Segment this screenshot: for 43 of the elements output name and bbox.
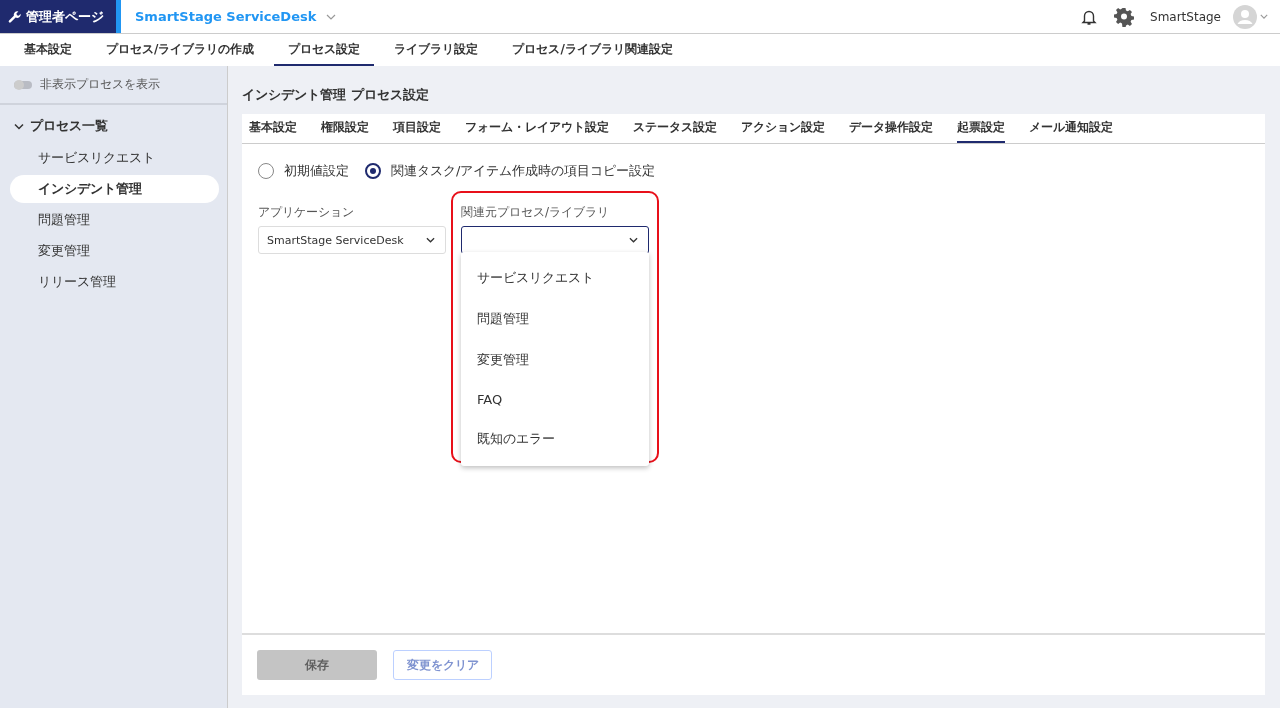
sidebar-item[interactable]: 変更管理 bbox=[10, 237, 219, 265]
dropdown-option[interactable]: 変更管理 bbox=[461, 340, 649, 381]
chevron-down-icon[interactable] bbox=[1260, 14, 1268, 19]
field-label: 関連元プロセス/ライブラリ bbox=[461, 204, 611, 221]
settings-tab[interactable]: ステータス設定 bbox=[633, 114, 717, 143]
settings-tab[interactable]: フォーム・レイアウト設定 bbox=[465, 114, 609, 143]
application-dropdown[interactable]: SmartStage ServiceDesk bbox=[258, 226, 446, 254]
top-tab[interactable]: プロセス/ライブラリの作成 bbox=[92, 34, 269, 66]
settings-tab[interactable]: 基本設定 bbox=[249, 114, 297, 143]
field-label: アプリケーション bbox=[258, 204, 355, 221]
sidebar-item[interactable]: 問題管理 bbox=[10, 206, 219, 234]
dropdown-option[interactable]: サービスリクエスト bbox=[461, 258, 649, 299]
radio-label[interactable]: 関連タスク/アイテム作成時の項目コピー設定 bbox=[391, 162, 656, 180]
sidebar-item[interactable]: サービスリクエスト bbox=[10, 144, 219, 172]
sidebar-item[interactable]: リリース管理 bbox=[10, 268, 219, 296]
dropdown-option[interactable]: 既知のエラー bbox=[461, 419, 649, 460]
radio-label[interactable]: 初期値設定 bbox=[284, 162, 349, 180]
chevron-down-icon bbox=[629, 237, 638, 243]
settings-icon[interactable] bbox=[1114, 6, 1134, 27]
settings-tab[interactable]: データ操作設定 bbox=[849, 114, 933, 143]
settings-tab[interactable]: アクション設定 bbox=[741, 114, 825, 143]
chevron-down-icon bbox=[326, 13, 337, 20]
radio-button[interactable] bbox=[365, 163, 381, 179]
process-list-heading[interactable]: プロセス一覧 bbox=[0, 105, 227, 141]
admin-page-label: 管理者ページ bbox=[26, 7, 104, 26]
page-title: インシデント管理 プロセス設定 bbox=[242, 86, 430, 104]
sidebar-item[interactable]: インシデント管理 bbox=[10, 175, 219, 203]
settings-tab[interactable]: メール通知設定 bbox=[1029, 114, 1113, 143]
dropdown-option[interactable]: 問題管理 bbox=[461, 299, 649, 340]
chevron-down-icon bbox=[14, 122, 24, 130]
top-tab[interactable]: 基本設定 bbox=[10, 34, 86, 66]
dropdown-option[interactable]: FAQ bbox=[461, 381, 649, 419]
toggle-label: 非表示プロセスを表示 bbox=[40, 76, 160, 93]
top-tab[interactable]: ライブラリ設定 bbox=[380, 34, 493, 66]
user-name[interactable]: SmartStage bbox=[1150, 9, 1221, 24]
wrench-icon bbox=[8, 9, 22, 24]
settings-tab[interactable]: 項目設定 bbox=[393, 114, 441, 143]
toggle-switch[interactable] bbox=[14, 80, 32, 89]
top-tab[interactable]: プロセス/ライブラリ関連設定 bbox=[498, 34, 687, 66]
settings-tab[interactable]: 起票設定 bbox=[957, 114, 1005, 143]
chevron-down-icon bbox=[426, 237, 435, 243]
settings-tab[interactable]: 権限設定 bbox=[321, 114, 369, 143]
admin-page-badge[interactable]: 管理者ページ bbox=[0, 0, 121, 33]
